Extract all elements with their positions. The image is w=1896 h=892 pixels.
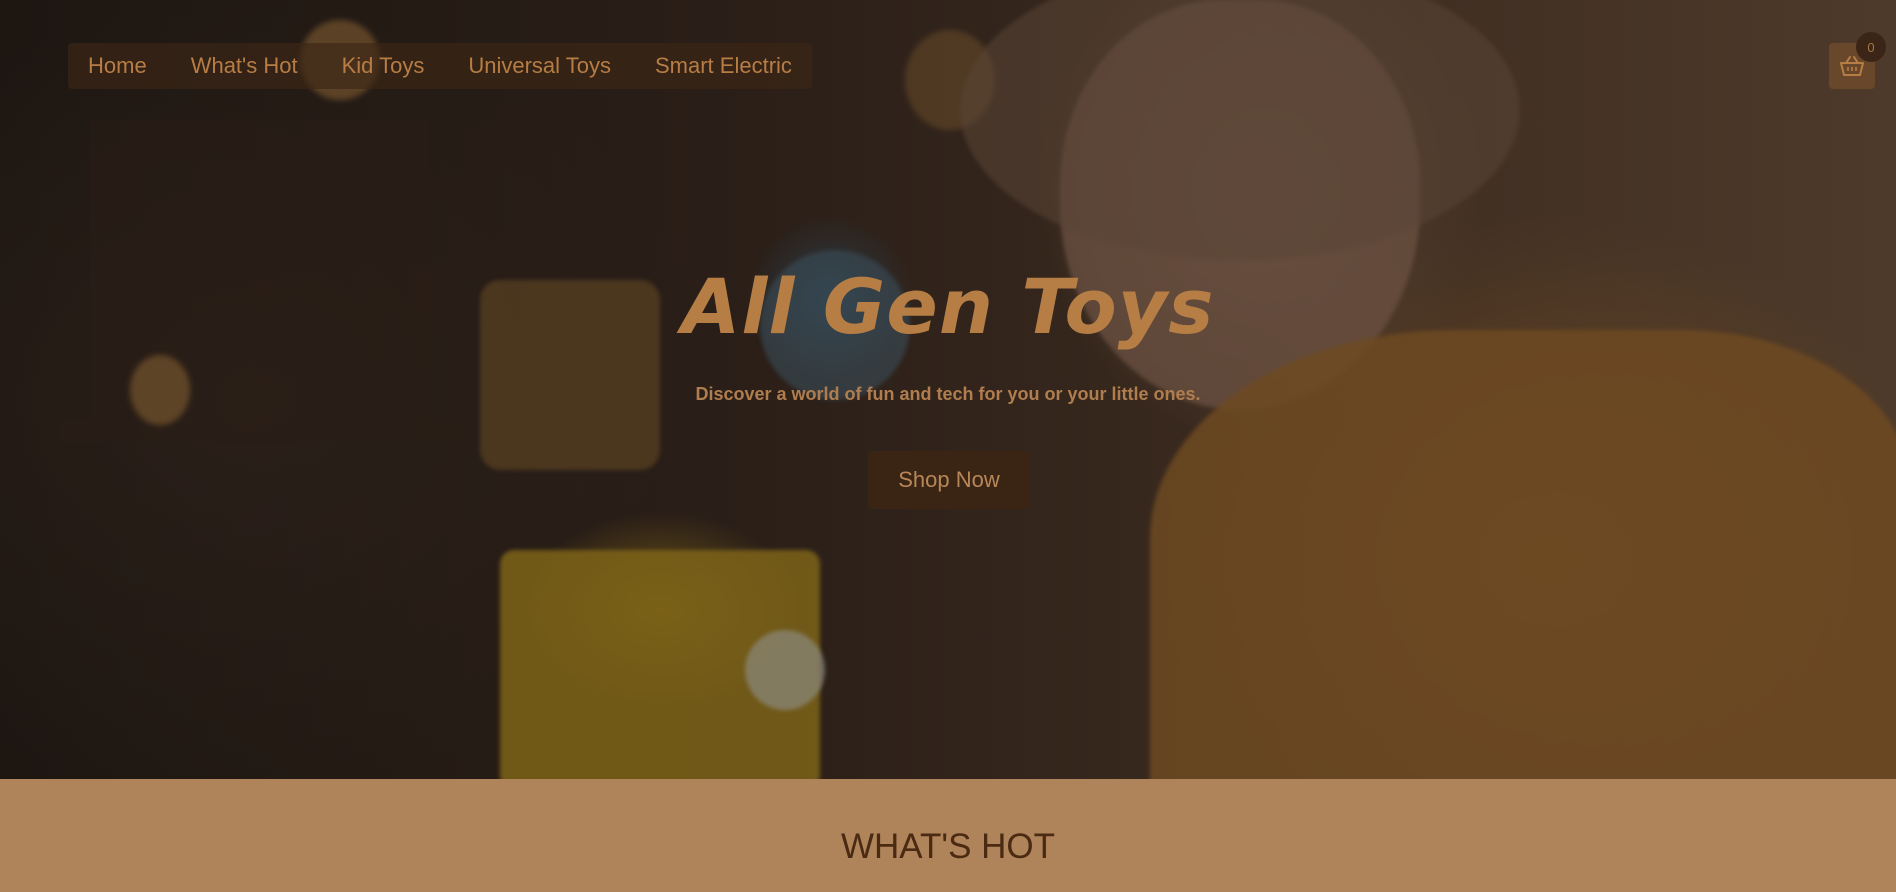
nav-item-home[interactable]: Home: [78, 43, 169, 89]
nav-item-smart-electric[interactable]: Smart Electric: [633, 43, 802, 89]
nav-item-universal-toys[interactable]: Universal Toys: [446, 43, 633, 89]
child-hair: [960, 0, 1520, 260]
hero-section: Home What's Hot Kid Toys Universal Toys …: [0, 0, 1896, 779]
hero-title: All Gen Toys: [681, 262, 1215, 351]
section-title: WHAT'S HOT: [840, 827, 1056, 866]
cart-count-badge: 0: [1856, 32, 1886, 62]
background-shelf: [60, 420, 460, 442]
shop-now-button[interactable]: Shop Now: [868, 451, 1030, 509]
nav-item-whats-hot[interactable]: What's Hot: [169, 43, 320, 89]
main-nav: Home What's Hot Kid Toys Universal Toys …: [68, 43, 812, 89]
toy-light: [745, 630, 825, 710]
hero-subtitle: Discover a world of fun and tech for you…: [695, 384, 1201, 404]
nav-item-kid-toys[interactable]: Kid Toys: [320, 43, 447, 89]
